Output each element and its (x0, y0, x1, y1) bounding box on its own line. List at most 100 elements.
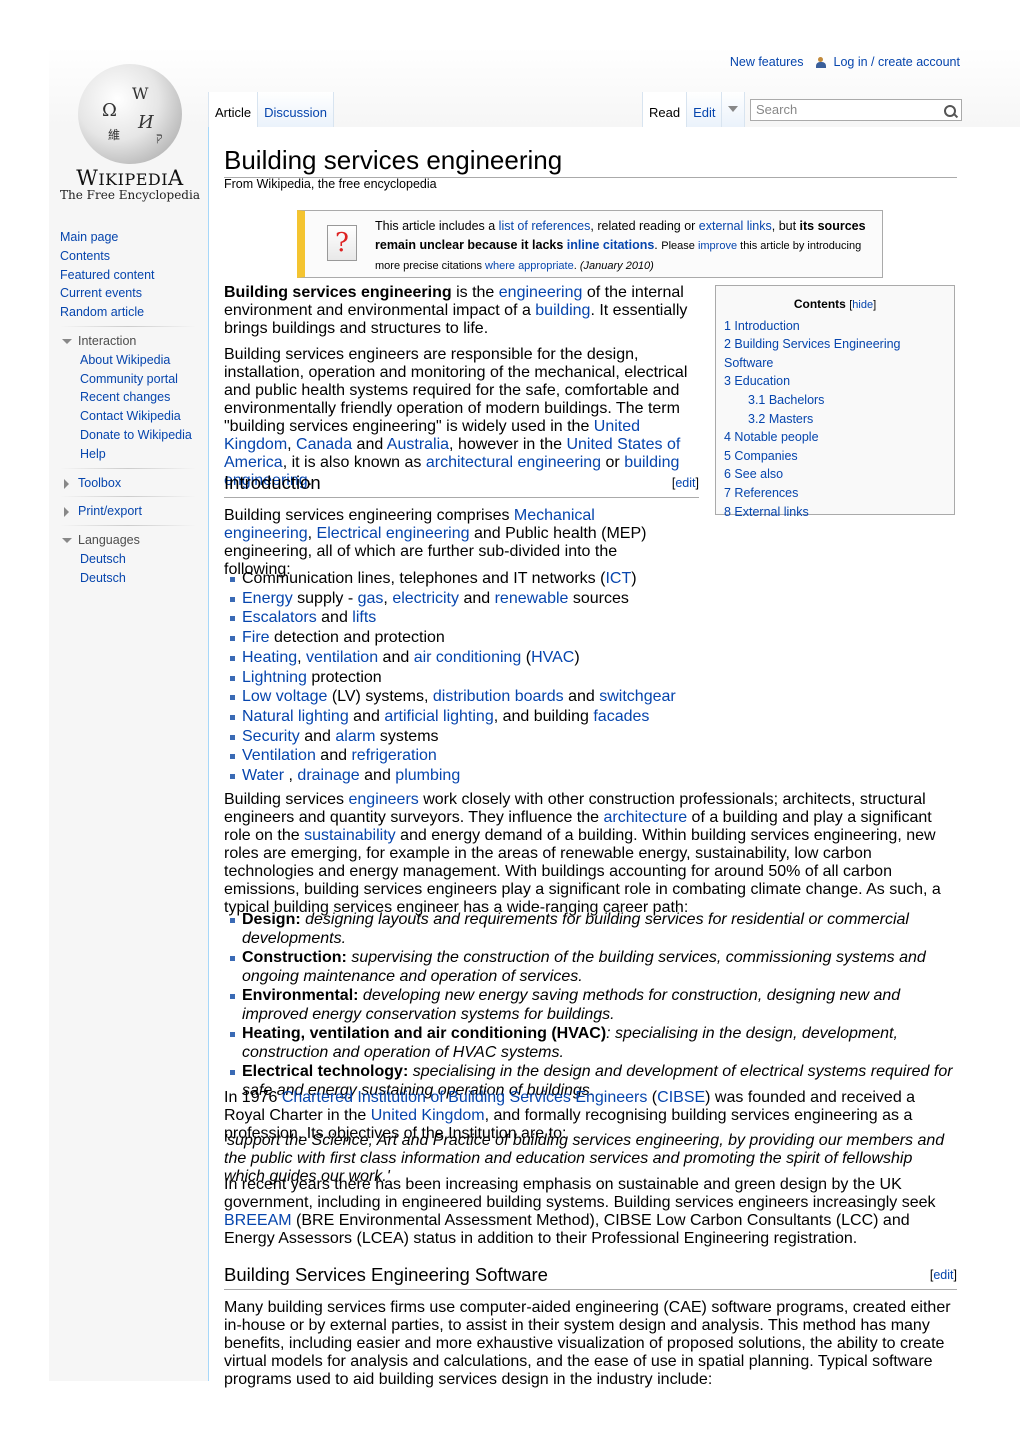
architectural-engineering-link[interactable]: architectural engineering (426, 454, 601, 471)
text: and (378, 648, 414, 666)
inline-citations-link[interactable]: inline citations (567, 238, 655, 252)
inline-link[interactable]: refrigeration (351, 747, 436, 764)
inline-link[interactable]: distribution boards (433, 688, 564, 705)
language-link[interactable]: Deutsch (80, 552, 126, 566)
inline-link[interactable]: plumbing (395, 767, 460, 784)
puzzle-globe-icon: Ω W И 維 ק (78, 64, 182, 164)
edit-section-link[interactable]: edit (933, 1268, 953, 1282)
canada-link[interactable]: Canada (296, 436, 352, 453)
toc-link[interactable]: 8 External links (724, 505, 809, 519)
inline-link[interactable]: ICT (605, 570, 631, 587)
breeam-link[interactable]: BREEAM (224, 1212, 292, 1229)
architecture-link[interactable]: architecture (604, 809, 688, 826)
sidebar-item-random-article[interactable]: Random article (60, 305, 144, 319)
tab-article[interactable]: Article (208, 92, 258, 128)
inline-link[interactable]: Fire (242, 629, 270, 646)
search-icon[interactable] (944, 105, 956, 117)
electrical-engineering-link[interactable]: Electrical engineering (317, 525, 470, 542)
text: , it is also known as (282, 454, 426, 471)
toc-link[interactable]: 4 Notable people (724, 430, 819, 444)
improve-link[interactable]: improve (698, 240, 737, 252)
inline-link[interactable]: drainage (297, 767, 359, 784)
career-role: Electrical technology: (242, 1063, 409, 1080)
sustainability-link[interactable]: sustainability (304, 827, 396, 844)
sidebar-item-contents[interactable]: Contents (60, 249, 110, 263)
text: and (316, 609, 353, 627)
inline-link[interactable]: electricity (392, 590, 459, 607)
text: and (299, 727, 336, 745)
interaction-toggle[interactable]: Interaction (60, 332, 196, 351)
inline-link[interactable]: Heating (242, 649, 297, 666)
inline-link[interactable]: ventilation (306, 649, 378, 666)
languages-toggle[interactable]: Languages (60, 531, 196, 550)
systems-list: Communication lines, telephones and IT n… (224, 569, 924, 786)
inline-link[interactable]: Security (242, 728, 300, 745)
text: (LV) systems, (327, 688, 433, 706)
inline-link[interactable]: renewable (495, 590, 569, 607)
sidebar-item-current-events[interactable]: Current events (60, 286, 142, 300)
inline-link[interactable]: switchgear (599, 688, 675, 705)
tab-edit[interactable]: Edit (686, 92, 722, 128)
inline-link[interactable]: facades (593, 708, 649, 725)
actions-dropdown[interactable] (721, 92, 746, 128)
list-item: Heating, ventilation and air conditionin… (224, 1024, 954, 1062)
cibse-link[interactable]: CIBSE (657, 1089, 705, 1106)
language-link[interactable]: Deutsch (80, 571, 126, 585)
inline-link[interactable]: Low voltage (242, 688, 327, 705)
sidebar-item-contact[interactable]: Contact Wikipedia (80, 409, 181, 423)
text: , (287, 436, 297, 453)
edit-section-link[interactable]: edit (675, 476, 695, 490)
inline-link[interactable]: Escalators (242, 609, 317, 626)
wikipedia-logo[interactable]: Ω W И 維 ק WIKIPEDIA The Free Encyclopedi… (60, 64, 200, 204)
sidebar-item-donate[interactable]: Donate to Wikipedia (80, 428, 192, 442)
sidebar-item-about[interactable]: About Wikipedia (80, 353, 170, 367)
inline-link[interactable]: Ventilation (242, 747, 316, 764)
list-item: Water , drainage and plumbing (224, 766, 924, 786)
text: and (359, 767, 396, 785)
inline-link[interactable]: Water (242, 767, 284, 784)
inline-link[interactable]: air conditioning (414, 649, 522, 666)
toc-link[interactable]: 3 Education (724, 374, 790, 388)
toc-link[interactable]: 1 Introduction (724, 319, 800, 333)
heading-text: Introduction (224, 472, 321, 493)
toc-link[interactable]: 6 See also (724, 467, 783, 481)
building-link[interactable]: building (535, 302, 590, 319)
external-links-link[interactable]: external links (699, 219, 772, 233)
text: and (352, 436, 387, 453)
login-link[interactable]: Log in / create account (834, 55, 960, 69)
engineers-link[interactable]: engineers (349, 791, 419, 808)
inline-link[interactable]: Energy (242, 590, 293, 607)
toc-link[interactable]: 5 Companies (724, 449, 798, 463)
toc-hide-link[interactable]: hide (852, 299, 873, 311)
where-appropriate-link[interactable]: where appropriate (485, 260, 574, 272)
tab-discussion[interactable]: Discussion (257, 92, 334, 128)
toc-link[interactable]: 3.2 Masters (748, 412, 813, 426)
australia-link[interactable]: Australia (387, 436, 449, 453)
new-features-link[interactable]: New features (730, 55, 804, 69)
list-of-references-link[interactable]: list of references (499, 219, 591, 233)
inline-link[interactable]: Natural lighting (242, 708, 349, 725)
inline-link[interactable]: lifts (352, 609, 376, 626)
toc-link[interactable]: 2 Building Services Engineering Software (724, 337, 901, 370)
inline-link[interactable]: artificial lighting (384, 708, 493, 725)
inline-link[interactable]: gas (358, 590, 384, 607)
engineering-link[interactable]: engineering (499, 284, 583, 301)
toc-link[interactable]: 7 References (724, 486, 798, 500)
united-kingdom-link[interactable]: United Kingdom (371, 1107, 485, 1124)
inline-link[interactable]: HVAC (531, 649, 574, 666)
print-export-toggle[interactable]: Print/export (60, 502, 196, 521)
cibse-full-link[interactable]: Chartered Institution of Building Servic… (282, 1089, 648, 1106)
toc-link[interactable]: 3.1 Bachelors (748, 393, 824, 407)
toolbox-toggle[interactable]: Toolbox (60, 474, 196, 493)
sidebar-item-main-page[interactable]: Main page (60, 230, 118, 244)
tab-read[interactable]: Read (642, 92, 687, 128)
sidebar-item-recent-changes[interactable]: Recent changes (80, 390, 170, 404)
inline-link[interactable]: alarm (335, 728, 375, 745)
search-input[interactable]: Search (750, 99, 962, 121)
inline-link[interactable]: Lightning (242, 669, 307, 686)
sidebar-item-help[interactable]: Help (80, 447, 106, 461)
sidebar-item-featured-content[interactable]: Featured content (60, 268, 155, 282)
sidebar-item-community-portal[interactable]: Community portal (80, 372, 178, 386)
list-item: Fire detection and protection (224, 628, 924, 648)
view-tabs: Read Edit (642, 92, 746, 128)
